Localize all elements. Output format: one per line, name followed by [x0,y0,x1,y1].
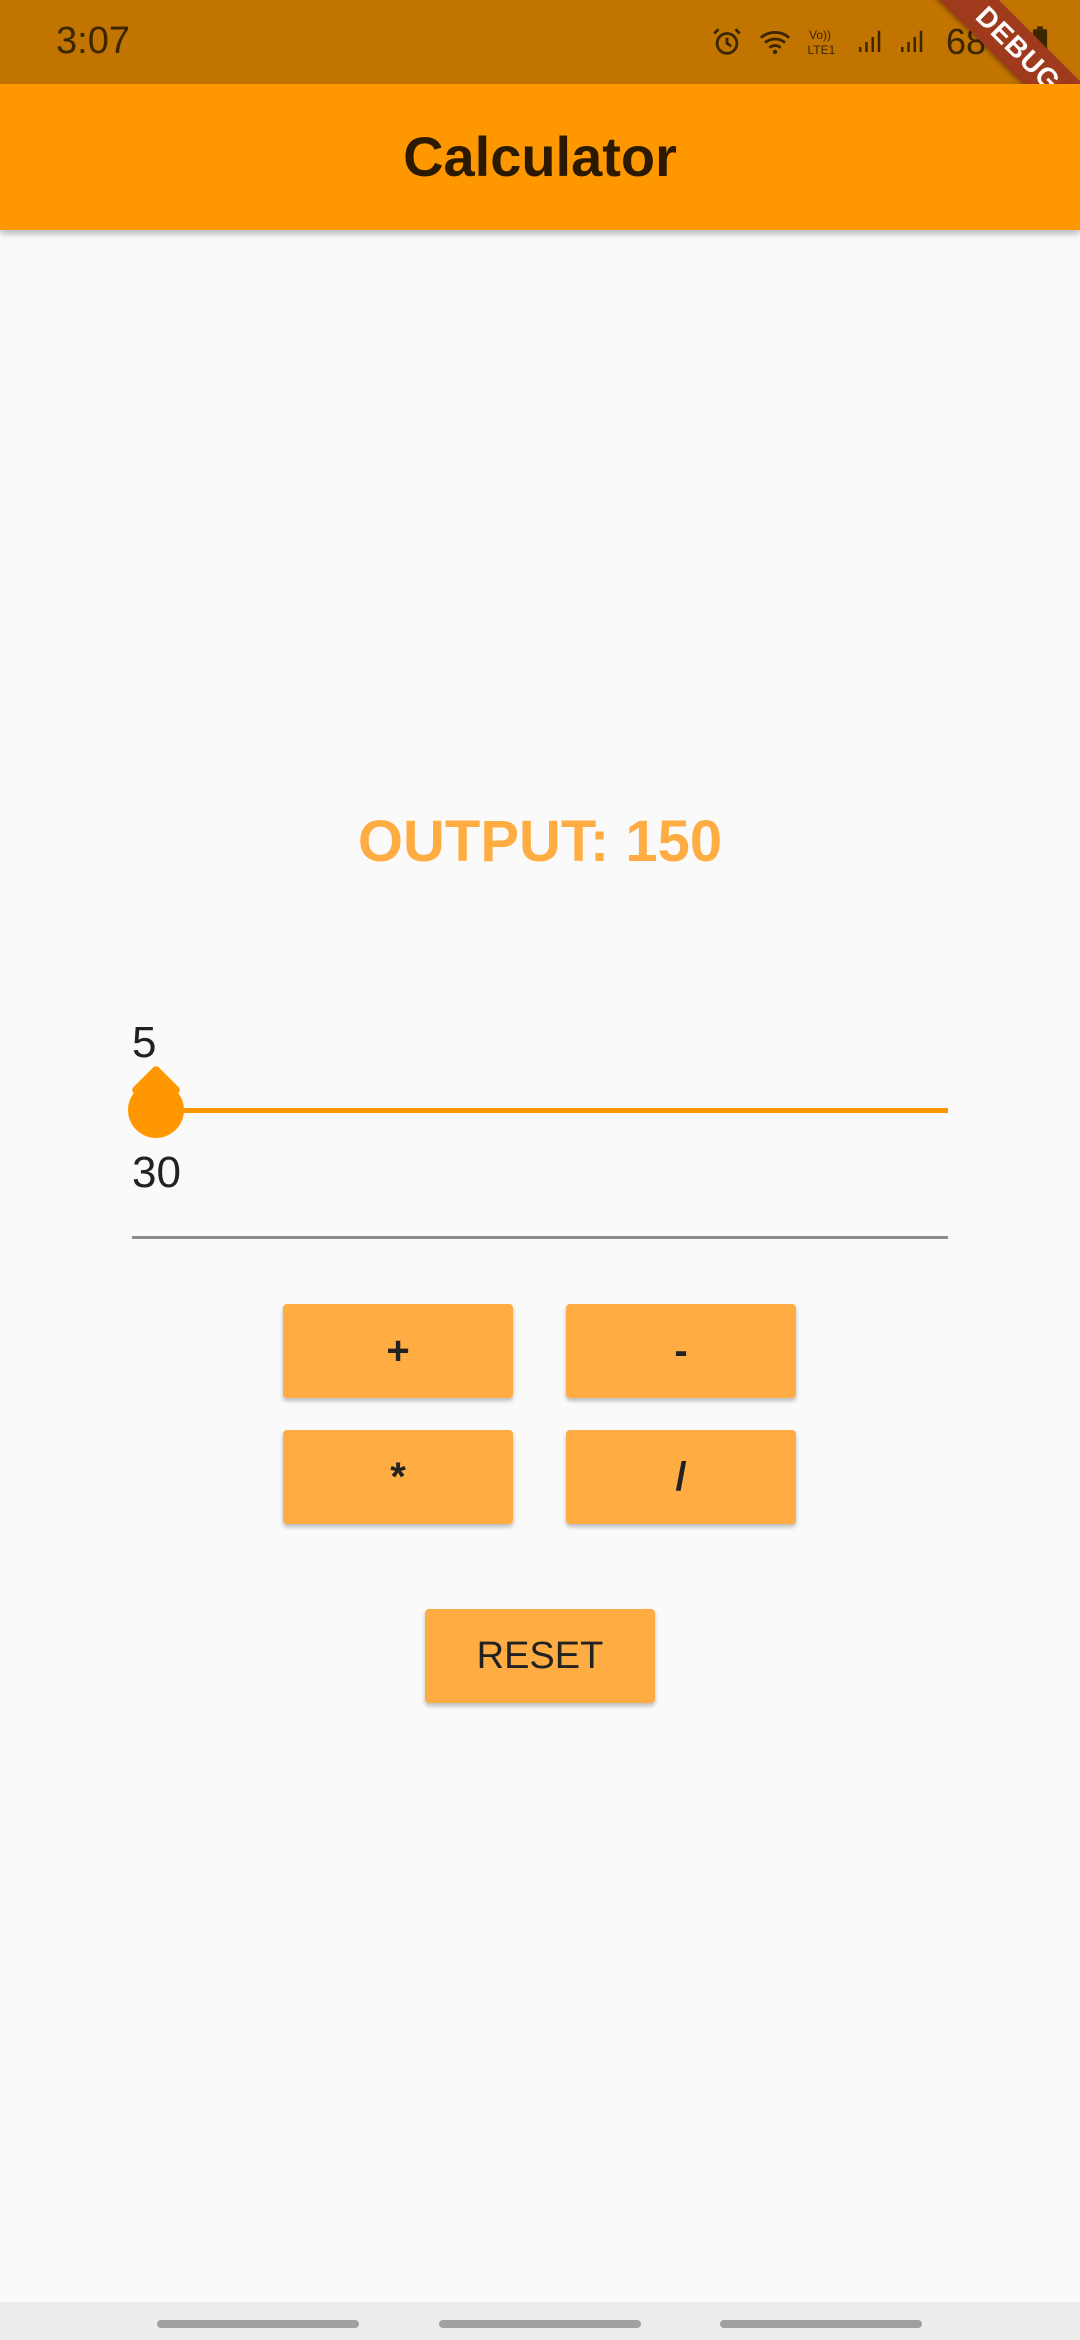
nav-recents-handle[interactable] [157,2320,359,2328]
app-title: Calculator [403,125,677,188]
divide-button[interactable]: / [566,1430,796,1524]
alarm-icon [713,28,741,55]
number-input-field[interactable]: 30 [132,1140,948,1239]
reset-button[interactable]: RESET [425,1609,655,1703]
subtract-button[interactable]: - [566,1304,796,1398]
wifi-icon [759,31,791,55]
nav-home-handle[interactable] [439,2320,641,2328]
svg-text:Vo)): Vo)) [809,28,831,42]
system-nav-bar [0,2302,1080,2340]
nav-back-handle[interactable] [720,2320,922,2328]
svg-text:LTE1: LTE1 [807,43,835,57]
slider-track[interactable] [156,1108,948,1113]
signal-icon [858,30,881,52]
slider-thumb[interactable] [128,1082,184,1138]
signal-icon-2 [900,30,923,52]
add-button[interactable]: + [283,1304,513,1398]
number-input-value: 30 [132,1148,181,1197]
output-display: OUTPUT: 150 [357,809,723,874]
volte-icon: Vo))LTE1 [807,28,835,57]
app-bar: Calculator [0,84,1080,230]
status-bar: 3:07 Vo))LTE1 68% DEBUG [0,0,1080,170]
multiply-button[interactable]: * [283,1430,513,1524]
status-time: 3:07 [56,20,130,62]
slider-value-label: 5 [132,1018,157,1067]
